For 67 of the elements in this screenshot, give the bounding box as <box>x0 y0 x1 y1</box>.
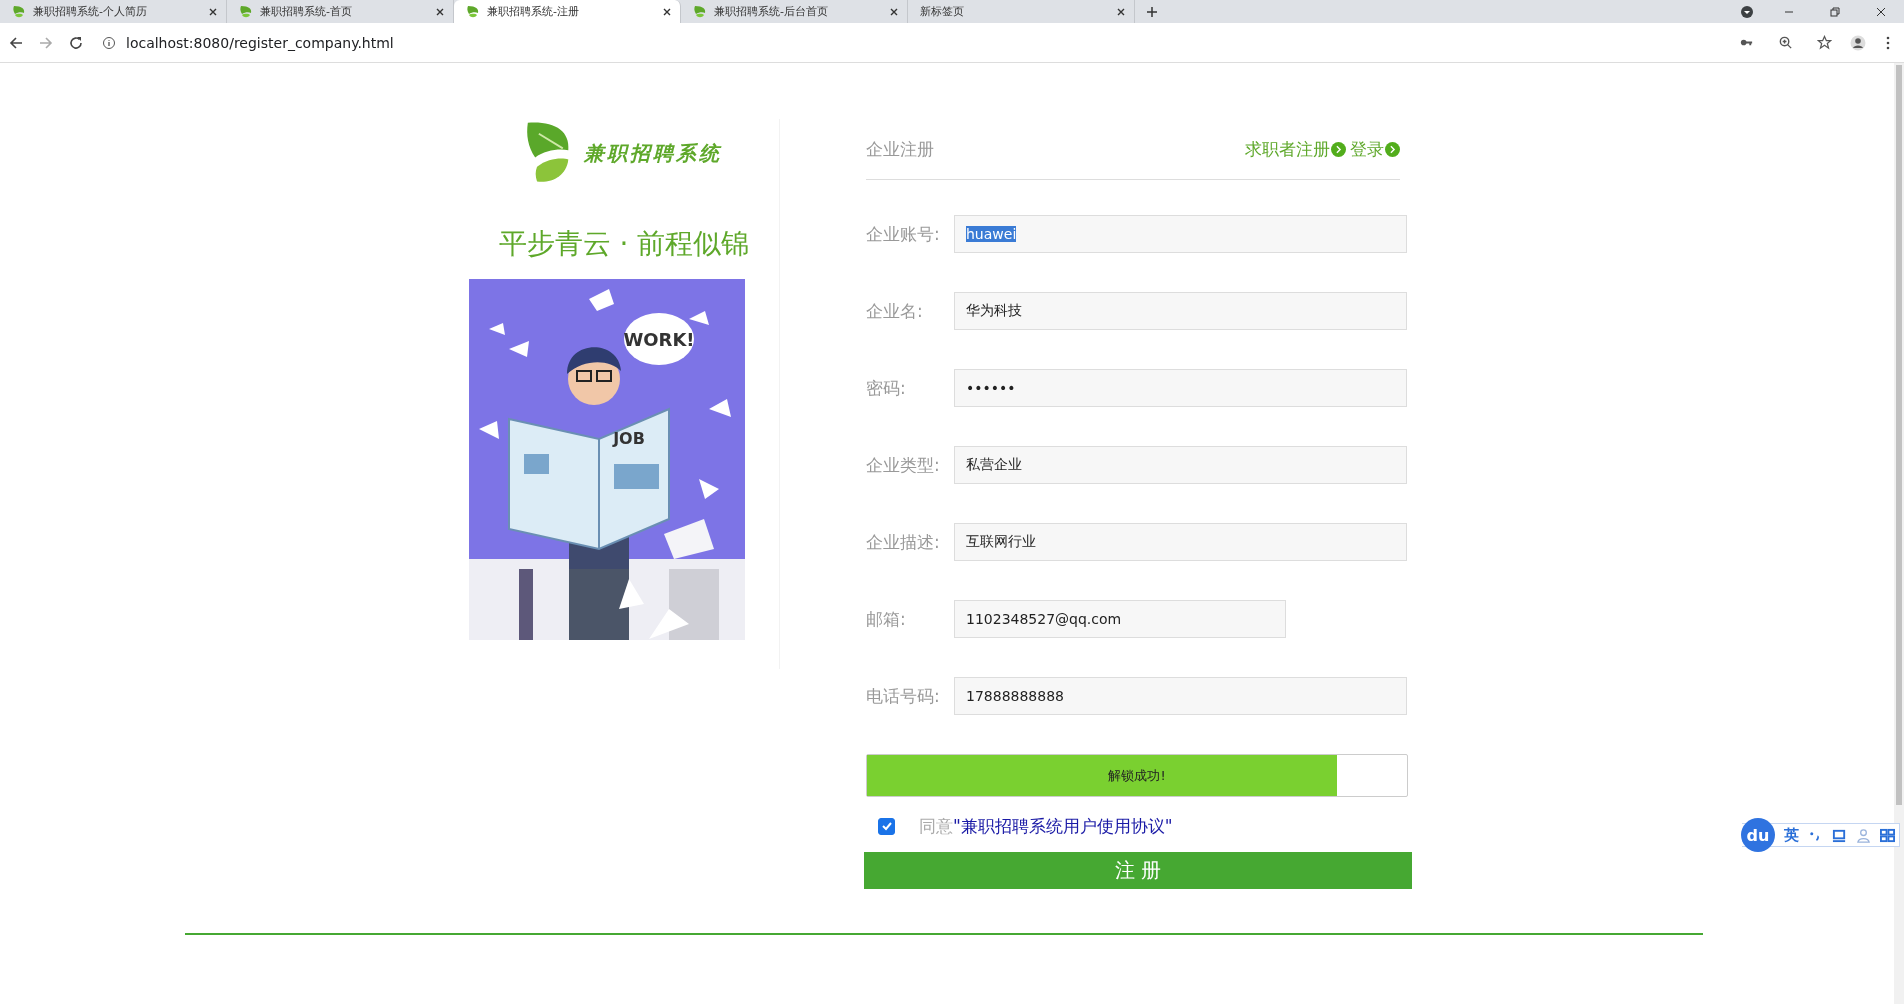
field-value: 华为科技 <box>966 302 1022 320</box>
close-icon[interactable] <box>662 6 672 17</box>
field-label: 电话号码: <box>866 684 941 708</box>
leaf-icon <box>239 4 253 19</box>
grid-icon[interactable] <box>1880 827 1895 843</box>
field-value: 互联网行业 <box>966 533 1036 551</box>
slogan: 平步青云 · 前程似锦 <box>498 226 750 262</box>
input-field[interactable]: huawei <box>954 215 1407 253</box>
logo-text: 兼职招聘系统 <box>584 139 722 167</box>
arrow-circle-icon <box>1331 141 1346 157</box>
tab-title: 兼职招聘系统-个人简历 <box>33 4 148 19</box>
leaf-icon <box>693 4 707 19</box>
browser-tab[interactable]: 兼职招聘系统-个人简历 <box>0 0 227 23</box>
url-field[interactable]: localhost:8080/register_company.html <box>98 27 1836 58</box>
field-label: 企业名: <box>866 299 924 323</box>
slider-text: 解锁成功! <box>1108 766 1166 785</box>
agreement-link[interactable]: "兼职招聘系统用户使用协议" <box>953 814 1173 838</box>
browser-tab[interactable]: 兼职招聘系统-注册 <box>454 0 681 23</box>
star-icon[interactable] <box>1817 35 1832 50</box>
field-label: 企业账号: <box>866 222 941 246</box>
close-icon[interactable] <box>889 6 899 17</box>
plus-icon[interactable] <box>1146 5 1158 18</box>
leaf-icon <box>12 4 26 19</box>
field-value: •••••• <box>966 380 1016 396</box>
input-field[interactable]: 私营企业 <box>954 446 1407 484</box>
input-field[interactable]: •••••• <box>954 369 1407 407</box>
info-icon[interactable] <box>102 35 116 50</box>
ime-mode[interactable]: 英 <box>1784 825 1799 845</box>
input-field[interactable]: 互联网行业 <box>954 523 1407 561</box>
field-value: 1102348527@qq.com <box>966 611 1122 627</box>
checkbox[interactable] <box>878 817 895 835</box>
field-value: 私营企业 <box>966 456 1022 474</box>
tab-title: 新标签页 <box>920 4 965 19</box>
tab-title: 兼职招聘系统-首页 <box>260 4 353 19</box>
field-label: 企业类型: <box>866 453 941 477</box>
form-title: 企业注册 <box>866 137 934 161</box>
tab-title: 兼职招聘系统-后台首页 <box>714 4 829 19</box>
dropdown-icon[interactable] <box>1740 4 1754 19</box>
field-value: 17888888888 <box>966 688 1064 704</box>
bubble-text: WORK! <box>623 329 695 350</box>
slider-track[interactable]: 解锁成功! <box>866 754 1408 797</box>
scrollbar[interactable] <box>1894 63 1904 1004</box>
ime-logo[interactable]: du <box>1741 818 1775 852</box>
checkmark-icon <box>880 820 893 832</box>
account-icon[interactable] <box>1850 34 1866 51</box>
browser-tab[interactable]: 兼职招聘系统-后台首页 <box>681 0 908 23</box>
close-icon[interactable] <box>1116 6 1126 17</box>
input-field[interactable]: 华为科技 <box>954 292 1407 330</box>
close-icon[interactable] <box>208 6 218 17</box>
browser-tab[interactable]: 新标签页 <box>908 0 1135 23</box>
field-label: 邮箱: <box>866 607 907 631</box>
paper-headline: JOB <box>613 429 645 448</box>
url-text: localhost:8080/register_company.html <box>126 34 394 51</box>
restore-icon[interactable] <box>1828 4 1842 19</box>
tab-title: 兼职招聘系统-注册 <box>487 4 580 19</box>
back-icon[interactable] <box>8 34 24 51</box>
zoom-icon[interactable] <box>1778 35 1793 50</box>
field-value: huawei <box>966 226 1017 242</box>
field-label: 密码: <box>866 376 907 400</box>
close-icon[interactable] <box>435 6 445 17</box>
agreement-text: 同意 <box>919 814 953 838</box>
input-field[interactable]: 1102348527@qq.com <box>954 600 1286 638</box>
field-label: 企业描述: <box>866 530 941 554</box>
input-field[interactable]: 17888888888 <box>954 677 1407 715</box>
arrow-circle-icon <box>1385 141 1400 157</box>
leaf-icon <box>466 4 480 19</box>
reload-icon[interactable] <box>68 34 84 51</box>
